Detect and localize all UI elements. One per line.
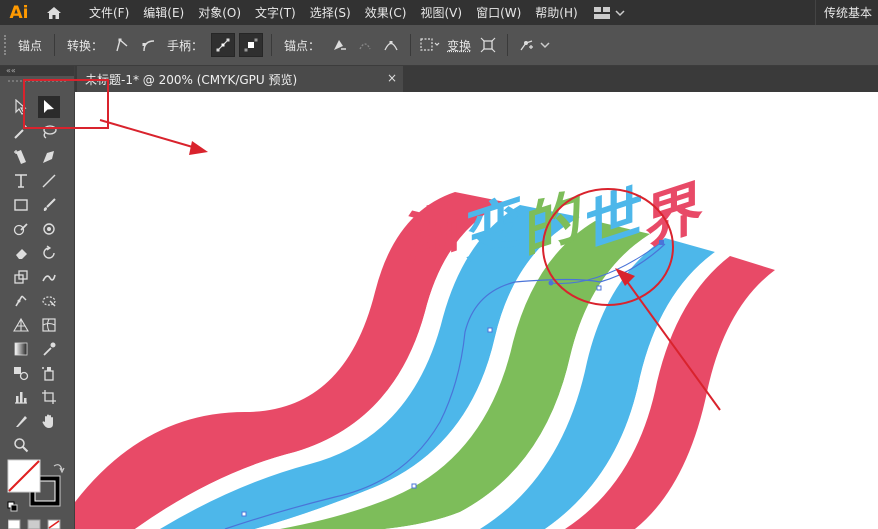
home-icon[interactable]	[38, 0, 70, 25]
chevron-down-icon	[615, 9, 625, 16]
eraser-tool-icon[interactable]	[10, 242, 32, 264]
symbol-sprayer-tool-icon[interactable]	[38, 362, 60, 384]
rectangle-tool-icon[interactable]	[10, 194, 32, 216]
free-transform-tool-icon[interactable]	[38, 290, 60, 312]
direct-selection-tool-icon[interactable]	[38, 96, 60, 118]
warp-tool-icon[interactable]	[38, 266, 60, 288]
control-bar: 锚点 转换： 手柄： 锚点： 变换	[0, 25, 878, 66]
chevron-down-icon[interactable]	[540, 41, 550, 49]
menu-edit[interactable]: 编辑(E)	[136, 4, 191, 21]
menu-type[interactable]: 文字(T)	[248, 4, 303, 21]
align-icon[interactable]	[477, 34, 499, 56]
puppet-warp-icon[interactable]	[516, 34, 538, 56]
document-tab[interactable]: 未标题-1* @ 200% (CMYK/GPU 预览) ×	[77, 66, 403, 92]
convert-to-corner-icon[interactable]	[111, 34, 133, 56]
divider	[410, 34, 412, 56]
anchor-point	[411, 483, 417, 489]
lasso-tool-icon[interactable]	[38, 121, 60, 143]
isolate-icon[interactable]	[419, 34, 441, 56]
menu-window[interactable]: 窗口(W)	[469, 4, 528, 21]
tools-panel: ««	[0, 66, 75, 529]
workspace-switcher[interactable]: 传统基本	[814, 0, 878, 25]
title-char-5: 界	[645, 172, 703, 258]
anchor-point	[596, 285, 602, 291]
column-graph-tool-icon[interactable]	[10, 386, 32, 408]
curvature-tool-icon[interactable]	[38, 146, 60, 168]
line-segment-tool-icon[interactable]	[38, 170, 60, 192]
paintbrush-tool-icon[interactable]	[38, 194, 60, 216]
gradient-tool-icon[interactable]	[10, 338, 32, 360]
menu-bar: Ai 文件(F) 编辑(E) 对象(O) 文字(T) 选择(S) 效果(C) 视…	[0, 0, 878, 25]
type-tool-icon[interactable]	[10, 170, 32, 192]
panel-grip[interactable]	[4, 35, 12, 55]
toolbar-grip[interactable]	[8, 80, 66, 96]
magic-wand-tool-icon[interactable]	[10, 121, 32, 143]
eyedropper-tool-icon[interactable]	[38, 338, 60, 360]
anchors-label: 锚点：	[284, 38, 321, 53]
menu-view[interactable]: 视图(V)	[413, 4, 469, 21]
slice-tool-icon[interactable]	[10, 410, 32, 432]
main-menu: 文件(F) 编辑(E) 对象(O) 文字(T) 选择(S) 效果(C) 视图(V…	[82, 4, 585, 21]
divider	[54, 34, 56, 56]
blend-tool-icon[interactable]	[10, 362, 32, 384]
divider	[271, 34, 273, 56]
selection-mode-label: 锚点	[18, 38, 43, 53]
blob-brush-tool-icon[interactable]	[38, 218, 60, 240]
convert-label: 转换：	[67, 38, 104, 53]
width-tool-icon[interactable]	[10, 290, 32, 312]
divider	[507, 34, 509, 56]
zoom-tool-icon[interactable]	[10, 434, 32, 456]
artwork[interactable]: 渐 变 的 世 界	[75, 92, 878, 529]
fill-stroke-swatches[interactable]	[6, 458, 66, 516]
cut-path-icon[interactable]	[380, 34, 402, 56]
handles-label: 手柄：	[167, 38, 204, 53]
anchor-point	[241, 511, 247, 517]
hide-handles-icon[interactable]	[239, 33, 264, 57]
connect-anchors-icon[interactable]	[354, 34, 376, 56]
menu-file[interactable]: 文件(F)	[82, 4, 136, 21]
transform-link[interactable]: 变换	[447, 37, 471, 54]
pen-tool-icon[interactable]	[10, 146, 32, 168]
rotate-tool-icon[interactable]	[38, 242, 60, 264]
convert-to-smooth-icon[interactable]	[137, 34, 159, 56]
menu-effect[interactable]: 效果(C)	[358, 4, 414, 21]
artboard-tool-icon[interactable]	[38, 386, 60, 408]
document-tab-title: 未标题-1* @ 200% (CMYK/GPU 预览)	[85, 72, 298, 87]
color-mode-buttons[interactable]	[8, 518, 64, 529]
show-handles-icon[interactable]	[211, 33, 236, 57]
perspective-grid-tool-icon[interactable]	[10, 314, 32, 336]
document-tab-bar: 未标题-1* @ 200% (CMYK/GPU 预览) ×	[75, 66, 878, 92]
artboard-canvas[interactable]: 渐 变 的 世 界	[75, 92, 878, 529]
close-tab-button[interactable]: ×	[385, 71, 399, 85]
arrange-documents-button[interactable]	[593, 6, 625, 20]
anchor-point	[487, 327, 493, 333]
collapse-toolbar-button[interactable]: ««	[0, 66, 74, 76]
mesh-tool-icon[interactable]	[38, 314, 60, 336]
arrange-documents-icon	[593, 6, 610, 19]
remove-anchor-icon[interactable]	[328, 34, 350, 56]
menu-select[interactable]: 选择(S)	[303, 4, 358, 21]
shaper-tool-icon[interactable]	[10, 218, 32, 240]
menu-object[interactable]: 对象(O)	[191, 4, 248, 21]
scale-tool-icon[interactable]	[10, 266, 32, 288]
app-logo: Ai	[9, 2, 29, 23]
hand-tool-icon[interactable]	[38, 410, 60, 432]
menu-help[interactable]: 帮助(H)	[528, 4, 584, 21]
selection-tool-icon[interactable]	[10, 96, 32, 118]
